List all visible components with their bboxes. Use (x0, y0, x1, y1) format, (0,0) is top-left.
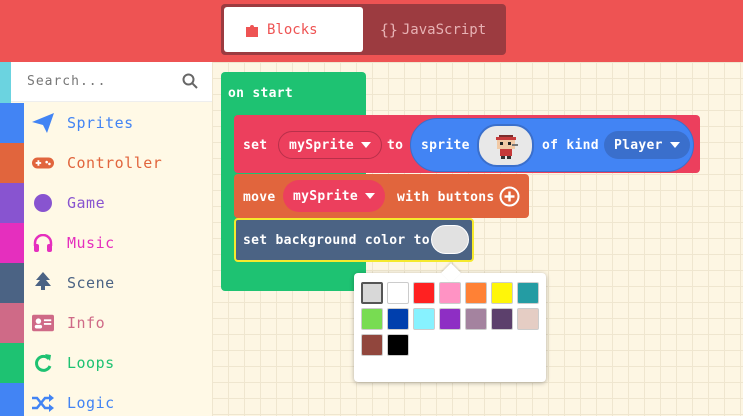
color-swatch[interactable] (491, 282, 513, 304)
tree-icon (32, 272, 54, 294)
sprite-image-picker[interactable] (477, 124, 534, 167)
with-buttons-label: with buttons (397, 190, 495, 205)
move-variable-dropdown[interactable]: mySprite (283, 180, 386, 212)
color-swatch[interactable] (387, 282, 409, 304)
category-color-bar (0, 263, 24, 303)
move-variable-value: mySprite (293, 188, 359, 204)
top-bar: Blocks {} JavaScript (0, 0, 743, 62)
search-box (11, 62, 212, 102)
on-start-label: on start (228, 86, 294, 101)
category-scene[interactable]: Scene (0, 263, 212, 303)
color-swatch[interactable] (413, 282, 435, 304)
gamepad-icon (32, 152, 54, 174)
color-swatch[interactable] (361, 282, 383, 304)
category-color-bar (0, 223, 24, 263)
search-icon[interactable] (182, 73, 198, 89)
headphones-icon (32, 232, 54, 254)
category-label: Game (67, 194, 106, 212)
category-color-bar (0, 343, 24, 383)
tab-javascript-label: JavaScript (401, 21, 487, 38)
category-sprites[interactable]: Sprites (0, 103, 212, 143)
category-game[interactable]: Game (0, 183, 212, 223)
category-color-bar (0, 183, 24, 223)
set-background-label: set background color to (243, 233, 430, 248)
color-swatch[interactable] (387, 334, 409, 356)
chevron-down-icon (365, 193, 376, 199)
paper-plane-icon (32, 112, 54, 134)
move-label: move (243, 190, 276, 205)
color-swatch[interactable] (361, 308, 383, 330)
category-controller[interactable]: Controller (0, 143, 212, 183)
tab-blocks-label: Blocks (267, 21, 318, 38)
tab-javascript[interactable]: {} JavaScript (363, 7, 503, 52)
search-input[interactable] (27, 74, 177, 89)
category-color-bar (0, 303, 24, 343)
color-swatch[interactable] (517, 308, 539, 330)
sprite-label: sprite (421, 138, 470, 153)
of-kind-label: of kind (542, 138, 599, 153)
category-color-bar (0, 143, 24, 183)
color-swatch[interactable] (361, 334, 383, 356)
color-swatch[interactable] (439, 308, 461, 330)
category-label: Controller (67, 154, 163, 172)
category-label: Scene (67, 274, 115, 292)
color-swatch[interactable] (465, 282, 487, 304)
color-field[interactable] (431, 225, 469, 254)
refresh-icon (32, 352, 54, 374)
color-swatch[interactable] (517, 282, 539, 304)
to-label: to (387, 138, 404, 153)
set-variable-value: mySprite (289, 137, 355, 153)
color-swatch[interactable] (439, 282, 461, 304)
category-label: Sprites (67, 114, 134, 132)
sprite-character-icon (495, 134, 518, 159)
category-info[interactable]: Info (0, 303, 212, 343)
shuffle-icon (32, 392, 54, 414)
color-swatch[interactable] (387, 308, 409, 330)
color-swatch[interactable] (413, 308, 435, 330)
category-label: Music (67, 234, 115, 252)
category-loops[interactable]: Loops (0, 343, 212, 383)
category-color-bar (0, 103, 24, 143)
kind-dropdown[interactable]: Player (604, 131, 690, 159)
color-swatch[interactable] (491, 308, 513, 330)
category-label: Logic (67, 394, 115, 412)
chevron-down-icon (361, 142, 372, 148)
category-music[interactable]: Music (0, 223, 212, 263)
category-label: Loops (67, 354, 115, 372)
braces-icon: {} (379, 20, 398, 39)
set-label: set (243, 138, 268, 153)
category-label: Info (67, 314, 106, 332)
category-color-bar (0, 383, 24, 416)
editor-toggle: Blocks {} JavaScript (221, 4, 506, 55)
puzzle-icon (246, 24, 258, 37)
set-variable-dropdown[interactable]: mySprite (278, 131, 383, 159)
color-swatch[interactable] (465, 308, 487, 330)
kind-value: Player (614, 137, 663, 153)
circle-icon (32, 192, 54, 214)
category-logic[interactable]: Logic (0, 383, 212, 416)
chevron-down-icon (669, 142, 680, 148)
plus-circle-icon[interactable] (499, 186, 520, 207)
id-card-icon (32, 312, 54, 334)
tab-blocks[interactable]: Blocks (224, 7, 363, 52)
